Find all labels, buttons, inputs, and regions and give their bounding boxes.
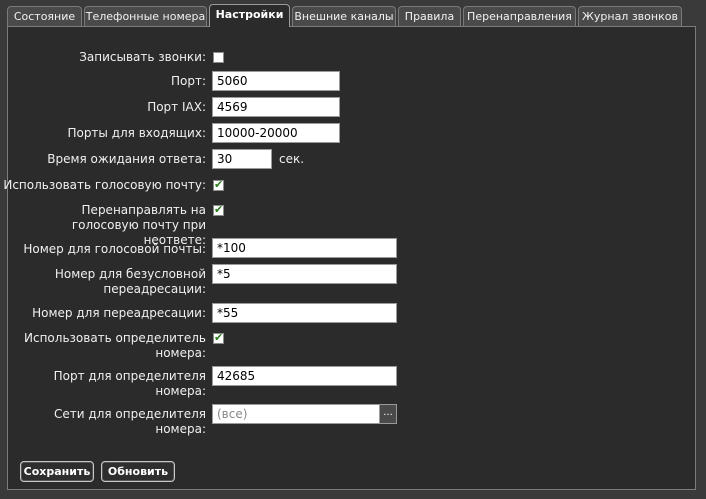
answer-timeout-label: Время ожидания ответа: bbox=[47, 152, 206, 166]
use-caller-id-label: Использовать определитель номера: bbox=[24, 331, 206, 360]
use-voicemail-checkbox[interactable]: ✔ bbox=[213, 178, 224, 191]
caller-id-networks-label: Сети для определителя номера: bbox=[54, 407, 206, 436]
tab-call-log[interactable]: Журнал звонков bbox=[578, 6, 682, 26]
record-calls-label: Записывать звонки: bbox=[79, 50, 206, 64]
caller-id-port-label: Порт для определителя номера: bbox=[53, 369, 206, 398]
caller-id-networks-input[interactable]: (все) bbox=[212, 404, 380, 424]
use-voicemail-label: Использовать голосовую почту: bbox=[3, 178, 206, 192]
checkmark-icon: ✔ bbox=[214, 331, 224, 344]
save-button[interactable]: Сохранить bbox=[20, 461, 94, 482]
tab-bar: Состояние Телефонные номера Настройки Вн… bbox=[0, 0, 706, 27]
port-label: Порт: bbox=[170, 74, 206, 88]
record-calls-checkbox[interactable] bbox=[213, 52, 224, 63]
unconditional-forward-label: Номер для безусловной переадресации: bbox=[54, 267, 206, 296]
tab-redirects[interactable]: Перенаправления bbox=[463, 6, 576, 26]
tab-settings[interactable]: Настройки bbox=[209, 4, 290, 27]
tab-status[interactable]: Состояние bbox=[7, 6, 82, 26]
browse-networks-button[interactable]: ... bbox=[379, 404, 397, 424]
answer-timeout-input[interactable]: 30 bbox=[212, 149, 272, 169]
redirect-voicemail-checkbox[interactable]: ✔ bbox=[213, 203, 224, 216]
incoming-ports-input[interactable]: 10000-20000 bbox=[212, 123, 340, 143]
checkmark-icon: ✔ bbox=[214, 203, 224, 216]
tab-phone-numbers[interactable]: Телефонные номера bbox=[84, 6, 207, 26]
voicemail-number-input[interactable]: *100 bbox=[212, 238, 397, 258]
seconds-unit: сек. bbox=[279, 152, 305, 166]
forward-number-input[interactable]: *55 bbox=[212, 303, 397, 323]
use-caller-id-checkbox[interactable]: ✔ bbox=[213, 331, 224, 344]
iax-port-label: Порт IAX: bbox=[147, 100, 206, 114]
refresh-button[interactable]: Обновить bbox=[101, 461, 175, 482]
incoming-ports-label: Порты для входящих: bbox=[67, 126, 206, 140]
checkmark-icon: ✔ bbox=[214, 178, 224, 191]
voicemail-number-label: Номер для голосовой почты: bbox=[23, 242, 206, 256]
unconditional-forward-input[interactable]: *5 bbox=[212, 264, 397, 284]
tab-external-channels[interactable]: Внешние каналы bbox=[292, 6, 396, 26]
iax-port-input[interactable]: 4569 bbox=[212, 97, 340, 117]
forward-number-label: Номер для переадресации: bbox=[32, 306, 206, 320]
tab-rules[interactable]: Правила bbox=[398, 6, 461, 26]
caller-id-port-input[interactable]: 42685 bbox=[212, 366, 397, 386]
port-input[interactable]: 5060 bbox=[212, 71, 340, 91]
